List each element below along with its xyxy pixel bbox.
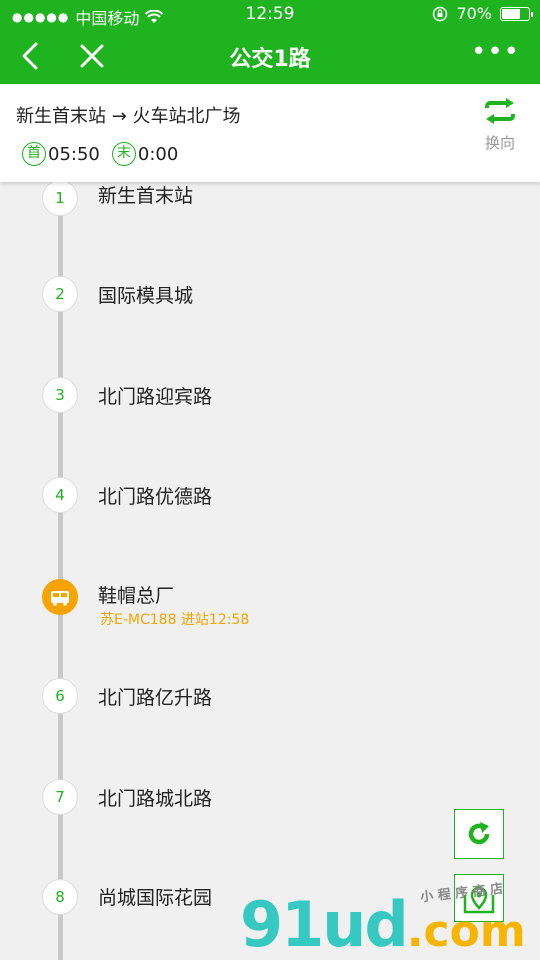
status-bar: ●●●●● 中国移动 12:59 70% (0, 0, 540, 28)
bus-arrival-info: 苏E-MC188 进站12:58 (100, 612, 250, 628)
refresh-icon (468, 822, 490, 845)
stop-number: 3 (42, 377, 78, 413)
list-item[interactable]: 6 北门路亿升路 (0, 678, 540, 778)
route-header: 新生首末站 → 火车站北广场 首 05:50 末 0:00 换向 (0, 84, 540, 182)
list-item[interactable]: 1 新生首末站 (0, 182, 540, 280)
stop-number: 6 (42, 678, 78, 714)
stop-number: 4 (42, 477, 78, 513)
list-item[interactable]: 2 国际模具城 (0, 276, 540, 376)
battery-percent: 70% (456, 4, 492, 23)
list-item[interactable]: 4 北门路优德路 (0, 477, 540, 577)
rotation-lock-icon (433, 6, 448, 21)
more-icon[interactable]: ••• (471, 39, 520, 65)
service-times: 首 05:50 末 0:00 (22, 142, 178, 166)
first-bus-time: 05:50 (48, 143, 100, 165)
stop-number: 2 (42, 276, 78, 312)
stop-name: 鞋帽总厂 (98, 585, 175, 607)
stop-number: 1 (42, 182, 78, 216)
stop-name: 北门路优德路 (98, 486, 213, 508)
last-bus-time: 0:00 (137, 143, 179, 165)
stop-name: 北门路亿升路 (98, 687, 213, 709)
stop-name: 北门路城北路 (98, 788, 213, 810)
switch-direction-label: 换向 (484, 134, 515, 152)
switch-direction-button[interactable]: 换向 (472, 98, 528, 153)
route-direction: 新生首末站 → 火车站北广场 (16, 106, 241, 127)
stop-name: 国际模具城 (98, 285, 194, 307)
swap-icon (485, 98, 515, 124)
stop-name: 新生首末站 (98, 185, 194, 207)
watermark-brand: 91ud (240, 888, 409, 960)
watermark: 91ud.com 小 程 序 商 店 (240, 882, 526, 960)
bus-icon (42, 579, 78, 615)
nav-bar: 公交1路 ••• (0, 28, 540, 84)
stop-number: 8 (42, 879, 78, 915)
first-bus-badge: 首 (22, 142, 46, 166)
watermark-domain: .com (406, 906, 526, 957)
list-item[interactable]: 3 北门路迎宾路 (0, 377, 540, 477)
stop-name: 北门路迎宾路 (98, 386, 213, 408)
list-item-bus-arriving[interactable]: 鞋帽总厂 苏E-MC188 进站12:58 (0, 579, 540, 679)
last-bus-badge: 末 (111, 142, 136, 166)
battery-icon (500, 6, 533, 21)
stop-name: 尚城国际花园 (98, 887, 213, 909)
stop-number: 7 (42, 779, 78, 815)
refresh-button[interactable] (454, 809, 504, 859)
page-title: 公交1路 (229, 47, 311, 72)
